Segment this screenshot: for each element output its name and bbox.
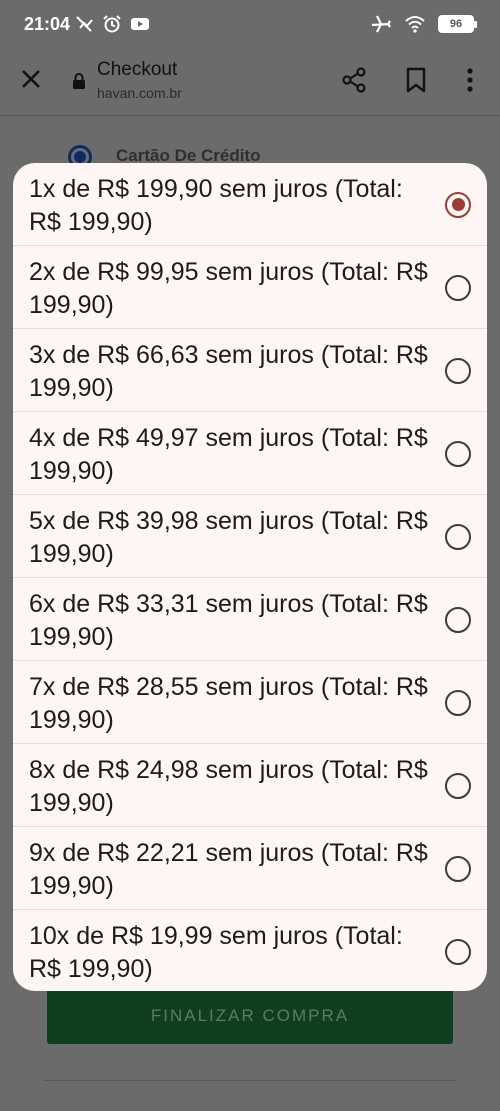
radio-unselected-icon[interactable] xyxy=(445,689,471,716)
page-title: Checkout xyxy=(97,59,178,80)
installment-option-label: 10x de R$ 19,99 sem juros (Total: R$ 199… xyxy=(29,922,403,983)
installment-option[interactable]: 1x de R$ 199,90 sem juros (Total: R$ 199… xyxy=(13,163,487,246)
radio-unselected-icon[interactable] xyxy=(445,440,471,467)
installment-option[interactable]: 3x de R$ 66,63 sem juros (Total: R$ 199,… xyxy=(13,329,487,412)
close-icon[interactable] xyxy=(18,66,44,92)
installment-option[interactable]: 4x de R$ 49,97 sem juros (Total: R$ 199,… xyxy=(13,412,487,495)
status-bar: 21:04 96 xyxy=(0,0,500,48)
radio-unselected-icon[interactable] xyxy=(445,523,471,550)
installment-option-label: 5x de R$ 39,98 sem juros (Total: R$ 199,… xyxy=(29,507,428,568)
wifi-icon xyxy=(405,16,425,33)
radio-unselected-icon[interactable] xyxy=(445,938,471,965)
browser-toolbar: Checkout havan.com.br xyxy=(0,48,500,116)
radio-unselected-icon[interactable] xyxy=(445,606,471,633)
installment-option-label: 6x de R$ 33,31 sem juros (Total: R$ 199,… xyxy=(29,590,428,651)
installment-option[interactable]: 9x de R$ 22,21 sem juros (Total: R$ 199,… xyxy=(13,827,487,910)
installment-option-label: 3x de R$ 66,63 sem juros (Total: R$ 199,… xyxy=(29,341,428,402)
installment-option[interactable]: 5x de R$ 39,98 sem juros (Total: R$ 199,… xyxy=(13,495,487,578)
battery-icon: 96 xyxy=(438,15,477,33)
youtube-icon xyxy=(131,18,149,30)
lock-icon xyxy=(73,73,85,89)
radio-unselected-icon[interactable] xyxy=(445,772,471,799)
page-url: havan.com.br xyxy=(97,85,182,101)
mute-icon xyxy=(76,16,93,32)
alarm-icon xyxy=(103,15,121,33)
airplane-mode-icon xyxy=(371,15,391,33)
divider xyxy=(44,1080,456,1081)
installment-option-label: 9x de R$ 22,21 sem juros (Total: R$ 199,… xyxy=(29,839,428,900)
bookmark-icon[interactable] xyxy=(403,66,429,94)
battery-level: 96 xyxy=(449,18,463,30)
finalize-purchase-label: FINALIZAR COMPRA xyxy=(150,1006,350,1025)
installment-option[interactable]: 6x de R$ 33,31 sem juros (Total: R$ 199,… xyxy=(13,578,487,661)
status-time: 21:04 xyxy=(24,14,71,34)
radio-unselected-icon[interactable] xyxy=(445,274,471,301)
installment-option-label: 2x de R$ 99,95 sem juros (Total: R$ 199,… xyxy=(29,258,428,319)
radio-unselected-icon[interactable] xyxy=(445,357,471,384)
installment-option-label: 7x de R$ 28,55 sem juros (Total: R$ 199,… xyxy=(29,673,428,734)
installment-option-label: 1x de R$ 199,90 sem juros (Total: R$ 199… xyxy=(29,175,403,236)
radio-selected-icon[interactable] xyxy=(445,191,471,218)
installment-option-label: 4x de R$ 49,97 sem juros (Total: R$ 199,… xyxy=(29,424,428,485)
installment-option[interactable]: 7x de R$ 28,55 sem juros (Total: R$ 199,… xyxy=(13,661,487,744)
installment-option[interactable]: 10x de R$ 19,99 sem juros (Total: R$ 199… xyxy=(13,910,487,991)
more-options-icon[interactable] xyxy=(460,66,480,94)
share-icon[interactable] xyxy=(340,66,368,94)
installments-dialog: 1x de R$ 199,90 sem juros (Total: R$ 199… xyxy=(13,163,487,991)
installment-option[interactable]: 2x de R$ 99,95 sem juros (Total: R$ 199,… xyxy=(13,246,487,329)
installment-option[interactable]: 8x de R$ 24,98 sem juros (Total: R$ 199,… xyxy=(13,744,487,827)
installment-option-label: 8x de R$ 24,98 sem juros (Total: R$ 199,… xyxy=(29,756,428,817)
radio-unselected-icon[interactable] xyxy=(445,855,471,882)
